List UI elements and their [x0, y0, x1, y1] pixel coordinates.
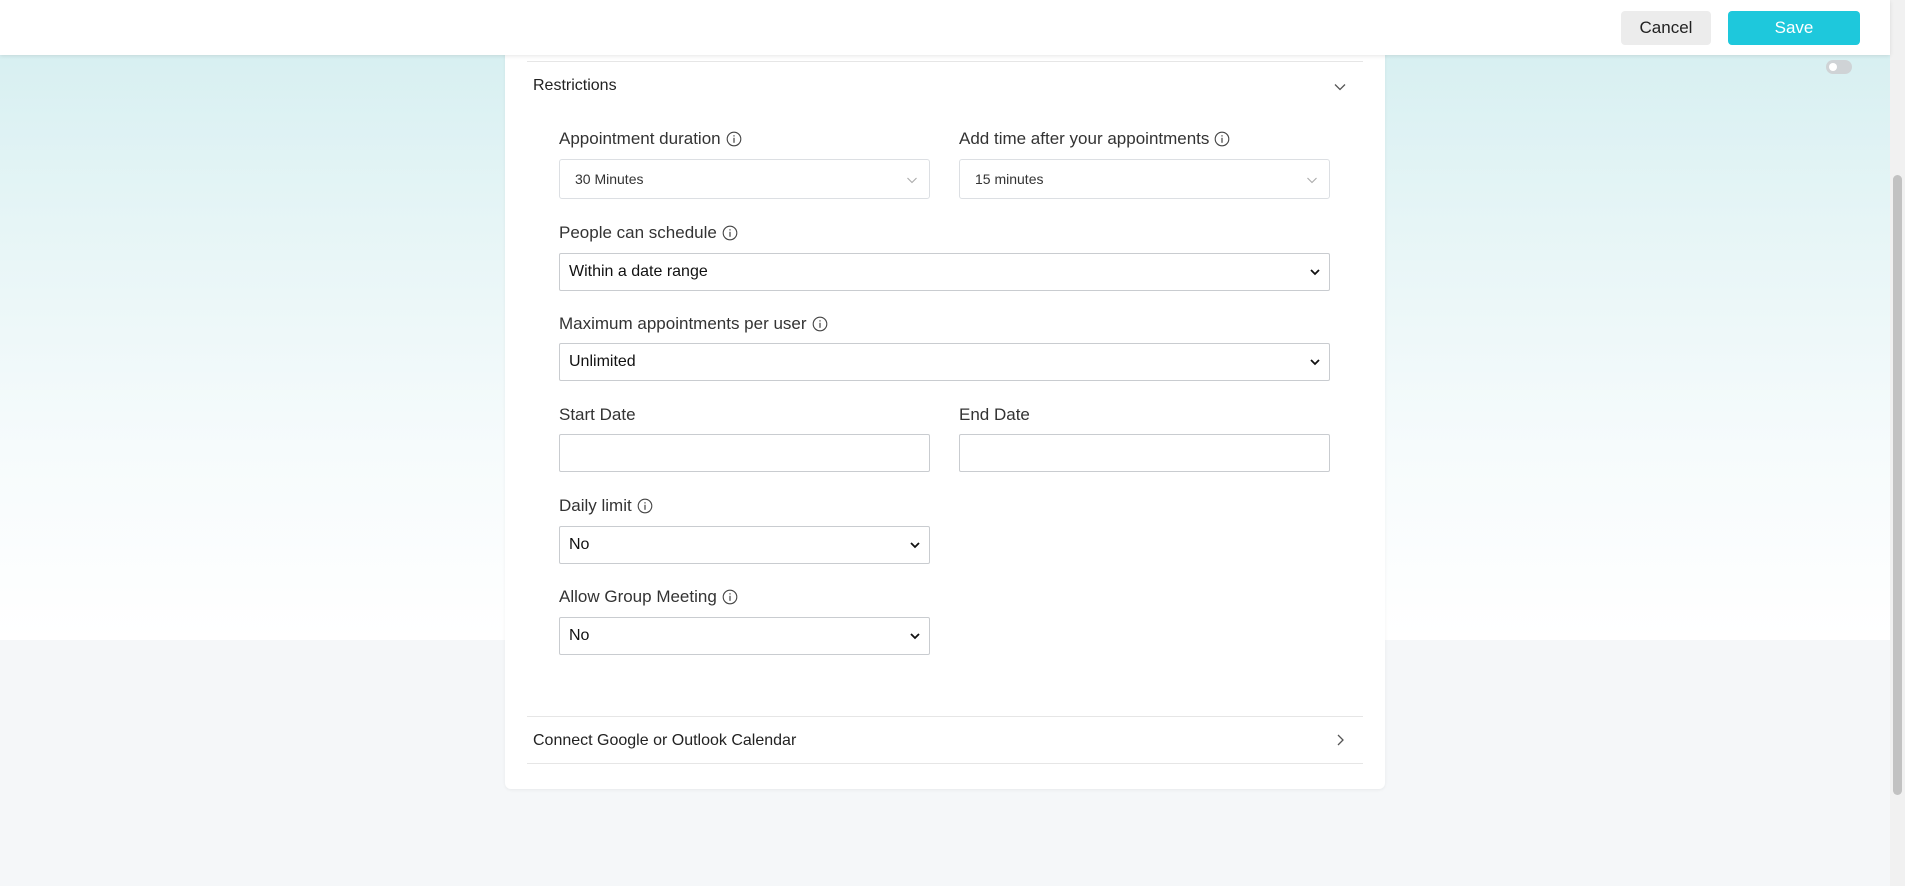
- people-can-schedule-label-text: People can schedule: [559, 223, 717, 242]
- info-icon[interactable]: [726, 131, 742, 147]
- settings-card: Restrictions Appointment duration 30 Min…: [505, 40, 1385, 789]
- allow-group-meeting-label: Allow Group Meeting: [559, 587, 738, 607]
- restrictions-section-header[interactable]: Restrictions: [527, 62, 1363, 108]
- end-date-input[interactable]: [959, 434, 1330, 472]
- people-can-schedule-select[interactable]: Within a date range: [559, 253, 1330, 291]
- max-appointments-select[interactable]: Unlimited: [559, 343, 1330, 381]
- info-icon[interactable]: [722, 225, 738, 241]
- info-icon[interactable]: [812, 316, 828, 332]
- chevron-down-icon: [910, 542, 920, 549]
- chevron-down-icon: [1334, 84, 1346, 91]
- end-date-label: End Date: [959, 405, 1030, 425]
- people-can-schedule-value: Within a date range: [569, 263, 708, 280]
- chevron-right-icon: [1337, 734, 1344, 746]
- divider: [527, 763, 1363, 764]
- daily-limit-label: Daily limit: [559, 496, 653, 516]
- allow-group-meeting-select[interactable]: No: [559, 617, 930, 655]
- allow-group-meeting-value: No: [569, 627, 590, 644]
- add-time-after-value: 15 minutes: [975, 171, 1044, 187]
- start-date-label: Start Date: [559, 405, 636, 425]
- add-time-after-label: Add time after your appointments: [959, 129, 1230, 149]
- cancel-button[interactable]: Cancel: [1621, 11, 1711, 45]
- calendar-section-title: Connect Google or Outlook Calendar: [533, 732, 797, 749]
- appointment-duration-label: Appointment duration: [559, 129, 742, 149]
- max-appointments-value: Unlimited: [569, 353, 636, 370]
- save-button[interactable]: Save: [1728, 11, 1860, 45]
- start-date-input[interactable]: [559, 434, 930, 472]
- max-appointments-label: Maximum appointments per user: [559, 314, 828, 334]
- appointment-duration-value: 30 Minutes: [575, 171, 644, 187]
- top-action-bar: Cancel Save: [0, 0, 1890, 55]
- info-icon[interactable]: [722, 589, 738, 605]
- allow-group-meeting-label-text: Allow Group Meeting: [559, 587, 717, 606]
- info-icon[interactable]: [637, 498, 653, 514]
- daily-limit-select[interactable]: No: [559, 526, 930, 564]
- calendar-section-header[interactable]: Connect Google or Outlook Calendar: [527, 717, 1363, 763]
- info-icon[interactable]: [1214, 131, 1230, 147]
- chevron-down-icon: [1310, 359, 1320, 366]
- chevron-down-icon: [1307, 177, 1317, 184]
- chevron-down-icon: [910, 633, 920, 640]
- scrollbar-thumb[interactable]: [1893, 175, 1902, 795]
- chevron-down-icon: [1310, 269, 1320, 276]
- add-time-after-select[interactable]: 15 minutes: [959, 159, 1330, 199]
- start-date-label-text: Start Date: [559, 405, 636, 424]
- chevron-down-icon: [907, 177, 917, 184]
- end-date-label-text: End Date: [959, 405, 1030, 424]
- add-time-after-label-text: Add time after your appointments: [959, 129, 1210, 148]
- appointment-duration-label-text: Appointment duration: [559, 129, 721, 148]
- toggle-switch[interactable]: [1826, 60, 1852, 74]
- max-appointments-label-text: Maximum appointments per user: [559, 314, 807, 333]
- daily-limit-label-text: Daily limit: [559, 496, 632, 515]
- restrictions-title: Restrictions: [533, 77, 617, 94]
- daily-limit-value: No: [569, 536, 590, 553]
- appointment-duration-select[interactable]: 30 Minutes: [559, 159, 930, 199]
- people-can-schedule-label: People can schedule: [559, 223, 738, 243]
